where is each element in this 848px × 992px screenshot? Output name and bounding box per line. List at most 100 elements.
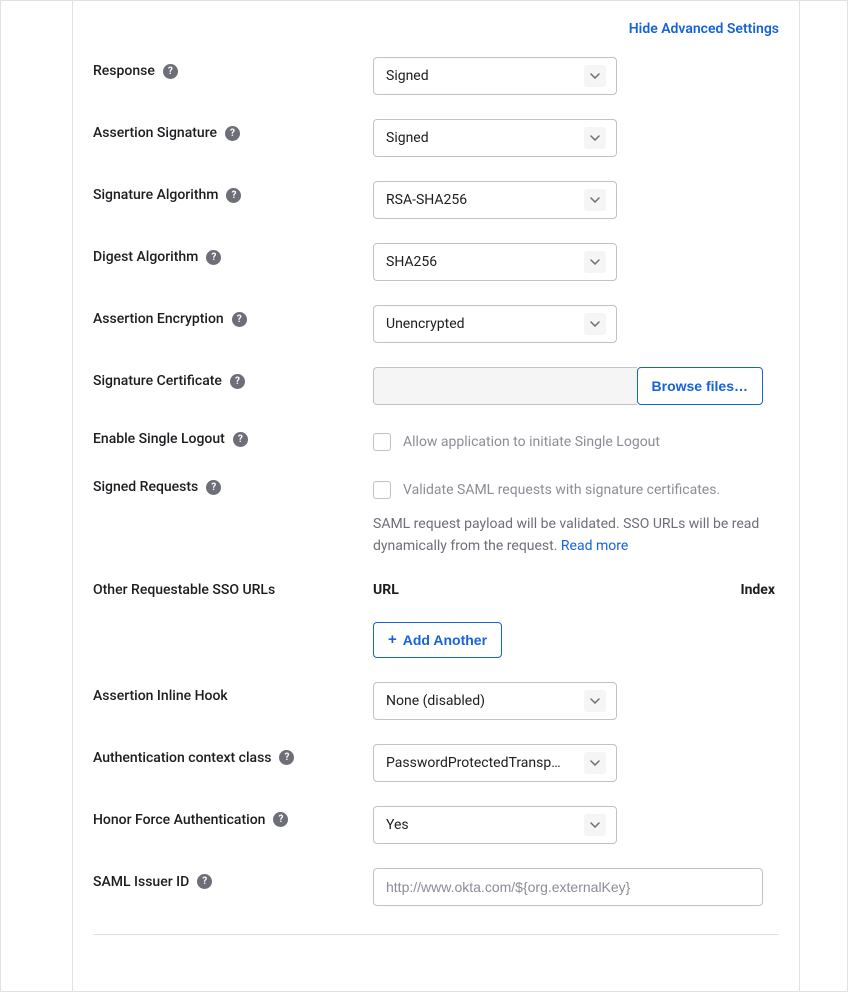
inline-hook-select[interactable]: None (disabled) (373, 682, 617, 720)
help-icon[interactable]: ? (232, 312, 247, 327)
row-signature-certificate: Signature Certificate ? Browse files… (93, 355, 779, 417)
control-col: RSA-SHA256 (373, 181, 779, 219)
chevron-down-icon (584, 690, 606, 712)
checkbox-label: Validate SAML requests with signature ce… (403, 482, 720, 498)
help-icon[interactable]: ? (279, 750, 294, 765)
help-icon[interactable]: ? (206, 250, 221, 265)
row-digest-algorithm: Digest Algorithm ? SHA256 (93, 231, 779, 293)
chevron-down-icon (584, 313, 606, 335)
response-label: Response (93, 63, 155, 79)
select-value: RSA-SHA256 (386, 192, 467, 208)
other-sso-urls-label: Other Requestable SSO URLs (93, 582, 275, 598)
label-col: Signature Algorithm ? (93, 181, 373, 203)
help-icon[interactable]: ? (206, 480, 221, 495)
label-col: SAML Issuer ID ? (93, 868, 373, 890)
label-col: Assertion Encryption ? (93, 305, 373, 327)
signature-certificate-label: Signature Certificate (93, 373, 222, 389)
add-another-label: Add Another (403, 632, 487, 648)
url-column-header: URL (373, 582, 399, 598)
signed-requests-checkbox[interactable] (373, 481, 391, 499)
signed-requests-info: SAML request payload will be validated. … (373, 513, 779, 558)
top-link-row: Hide Advanced Settings (93, 1, 779, 45)
label-col: Response ? (93, 57, 373, 79)
help-icon[interactable]: ? (197, 874, 212, 889)
row-signature-algorithm: Signature Algorithm ? RSA-SHA256 (93, 169, 779, 231)
inline-hook-label: Assertion Inline Hook (93, 688, 228, 704)
control-col: Signed (373, 57, 779, 95)
main-form-area: Hide Advanced Settings Response ? Signed… (73, 1, 799, 991)
saml-issuer-id-label: SAML Issuer ID (93, 874, 189, 890)
honor-force-auth-label: Honor Force Authentication (93, 812, 265, 828)
plus-icon: + (388, 631, 397, 648)
auth-context-class-label: Authentication context class (93, 750, 271, 766)
row-other-sso-urls: Other Requestable SSO URLs URL Index + A… (93, 570, 779, 670)
hide-advanced-settings-link[interactable]: Hide Advanced Settings (629, 21, 779, 37)
label-col: Honor Force Authentication ? (93, 806, 373, 828)
control-col: Yes (373, 806, 779, 844)
label-col: Digest Algorithm ? (93, 243, 373, 265)
response-select[interactable]: Signed (373, 57, 617, 95)
assertion-encryption-label: Assertion Encryption (93, 311, 224, 327)
honor-force-auth-select[interactable]: Yes (373, 806, 617, 844)
control-col (373, 868, 779, 906)
enable-single-logout-label: Enable Single Logout (93, 431, 225, 447)
select-value: PasswordProtectedTransp… (386, 755, 561, 771)
assertion-encryption-select[interactable]: Unencrypted (373, 305, 617, 343)
control-col: Allow application to initiate Single Log… (373, 429, 779, 451)
label-col: Signed Requests ? (93, 477, 373, 495)
control-col: URL Index + Add Another (373, 582, 779, 658)
row-honor-force-auth: Honor Force Authentication ? Yes (93, 794, 779, 856)
saml-issuer-id-input[interactable] (373, 868, 763, 906)
label-col: Signature Certificate ? (93, 367, 373, 389)
assertion-signature-select[interactable]: Signed (373, 119, 617, 157)
chevron-down-icon (584, 127, 606, 149)
row-assertion-signature: Assertion Signature ? Signed (93, 107, 779, 169)
select-value: Yes (386, 817, 409, 833)
row-response: Response ? Signed (93, 45, 779, 107)
divider (93, 934, 779, 935)
help-icon[interactable]: ? (225, 126, 240, 141)
digest-algorithm-label: Digest Algorithm (93, 249, 198, 265)
chevron-down-icon (584, 189, 606, 211)
control-col: PasswordProtectedTransp… (373, 744, 779, 782)
row-enable-single-logout: Enable Single Logout ? Allow application… (93, 417, 779, 465)
add-another-button[interactable]: + Add Another (373, 622, 502, 658)
help-icon[interactable]: ? (273, 812, 288, 827)
right-gutter (799, 1, 847, 991)
chevron-down-icon (584, 752, 606, 774)
url-table-header: URL Index (373, 582, 779, 598)
checkbox-row: Validate SAML requests with signature ce… (373, 477, 779, 499)
label-col: Enable Single Logout ? (93, 429, 373, 447)
index-column-header: Index (740, 582, 775, 598)
signature-algorithm-label: Signature Algorithm (93, 187, 218, 203)
auth-context-class-select[interactable]: PasswordProtectedTransp… (373, 744, 617, 782)
help-icon[interactable]: ? (230, 374, 245, 389)
left-gutter (1, 1, 73, 991)
label-col: Authentication context class ? (93, 744, 373, 766)
chevron-down-icon (584, 814, 606, 836)
file-upload-group: Browse files… (373, 367, 763, 405)
row-inline-hook: Assertion Inline Hook None (disabled) (93, 670, 779, 732)
row-auth-context-class: Authentication context class ? PasswordP… (93, 732, 779, 794)
help-icon[interactable]: ? (163, 64, 178, 79)
digest-algorithm-select[interactable]: SHA256 (373, 243, 617, 281)
browse-files-button[interactable]: Browse files… (637, 367, 763, 405)
control-col: Signed (373, 119, 779, 157)
signature-algorithm-select[interactable]: RSA-SHA256 (373, 181, 617, 219)
help-icon[interactable]: ? (233, 432, 248, 447)
row-saml-issuer-id: SAML Issuer ID ? (93, 856, 779, 918)
row-signed-requests: Signed Requests ? Validate SAML requests… (93, 465, 779, 570)
read-more-link[interactable]: Read more (561, 538, 628, 554)
select-value: Signed (386, 68, 429, 84)
control-col: SHA256 (373, 243, 779, 281)
row-assertion-encryption: Assertion Encryption ? Unencrypted (93, 293, 779, 355)
control-col: Unencrypted (373, 305, 779, 343)
settings-panel: Hide Advanced Settings Response ? Signed… (0, 0, 848, 992)
file-name-display (373, 367, 637, 405)
checkbox-label: Allow application to initiate Single Log… (403, 434, 660, 450)
control-col: Browse files… (373, 367, 779, 405)
select-value: Signed (386, 130, 429, 146)
assertion-signature-label: Assertion Signature (93, 125, 217, 141)
help-icon[interactable]: ? (226, 188, 241, 203)
enable-single-logout-checkbox[interactable] (373, 433, 391, 451)
